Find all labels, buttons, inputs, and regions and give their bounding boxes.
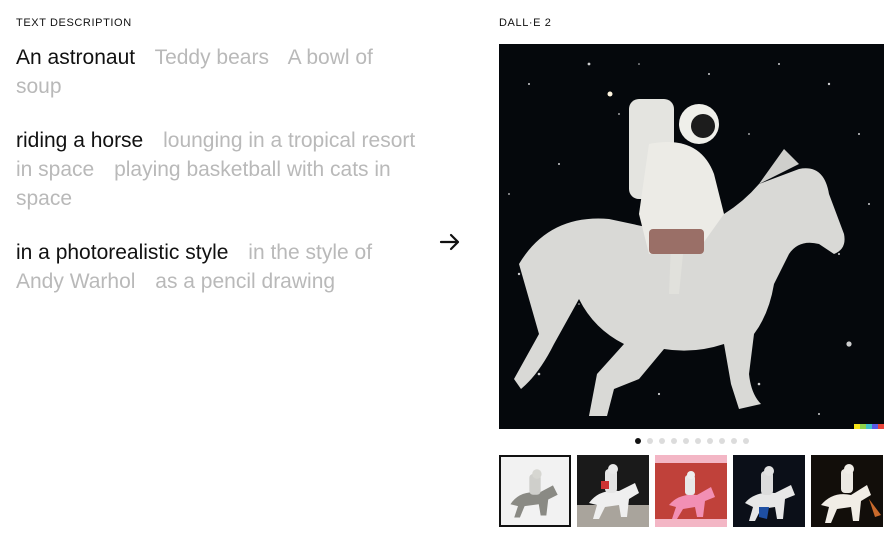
pagination-dot[interactable] bbox=[647, 438, 653, 444]
thumbnail[interactable] bbox=[499, 455, 571, 527]
image-pagination bbox=[635, 438, 749, 444]
thumbnail[interactable] bbox=[733, 455, 805, 527]
prompt-group-subject: An astronaut Teddy bears A bowl of soup bbox=[16, 43, 416, 101]
thumbnail[interactable] bbox=[655, 455, 727, 527]
option-style-0[interactable]: in a photorealistic style bbox=[16, 241, 228, 264]
dalle-signature-strip bbox=[854, 424, 884, 429]
thumbnail-strip bbox=[499, 455, 883, 527]
pagination-dot[interactable] bbox=[671, 438, 677, 444]
pagination-dot[interactable] bbox=[635, 438, 641, 444]
pagination-dot[interactable] bbox=[743, 438, 749, 444]
pagination-dot[interactable] bbox=[659, 438, 665, 444]
thumbnail[interactable] bbox=[577, 455, 649, 527]
thumbnail[interactable] bbox=[811, 455, 883, 527]
prompt-group-style: in a photorealistic style in the style o… bbox=[16, 238, 416, 296]
astronaut-horse-illustration bbox=[499, 44, 884, 429]
dalle-label: DALL·E 2 bbox=[499, 17, 552, 29]
pagination-dot[interactable] bbox=[707, 438, 713, 444]
option-style-2[interactable]: as a pencil drawing bbox=[155, 270, 335, 293]
text-description-label: TEXT DESCRIPTION bbox=[16, 17, 132, 29]
prompt-group-action: riding a horse lounging in a tropical re… bbox=[16, 126, 416, 213]
pagination-dot[interactable] bbox=[719, 438, 725, 444]
option-action-0[interactable]: riding a horse bbox=[16, 129, 143, 152]
generated-image bbox=[499, 44, 884, 429]
option-subject-1[interactable]: Teddy bears bbox=[155, 46, 269, 69]
pagination-dot[interactable] bbox=[683, 438, 689, 444]
option-subject-0[interactable]: An astronaut bbox=[16, 46, 135, 69]
arrow-right-icon[interactable] bbox=[438, 230, 462, 254]
pagination-dot[interactable] bbox=[731, 438, 737, 444]
pagination-dot[interactable] bbox=[695, 438, 701, 444]
